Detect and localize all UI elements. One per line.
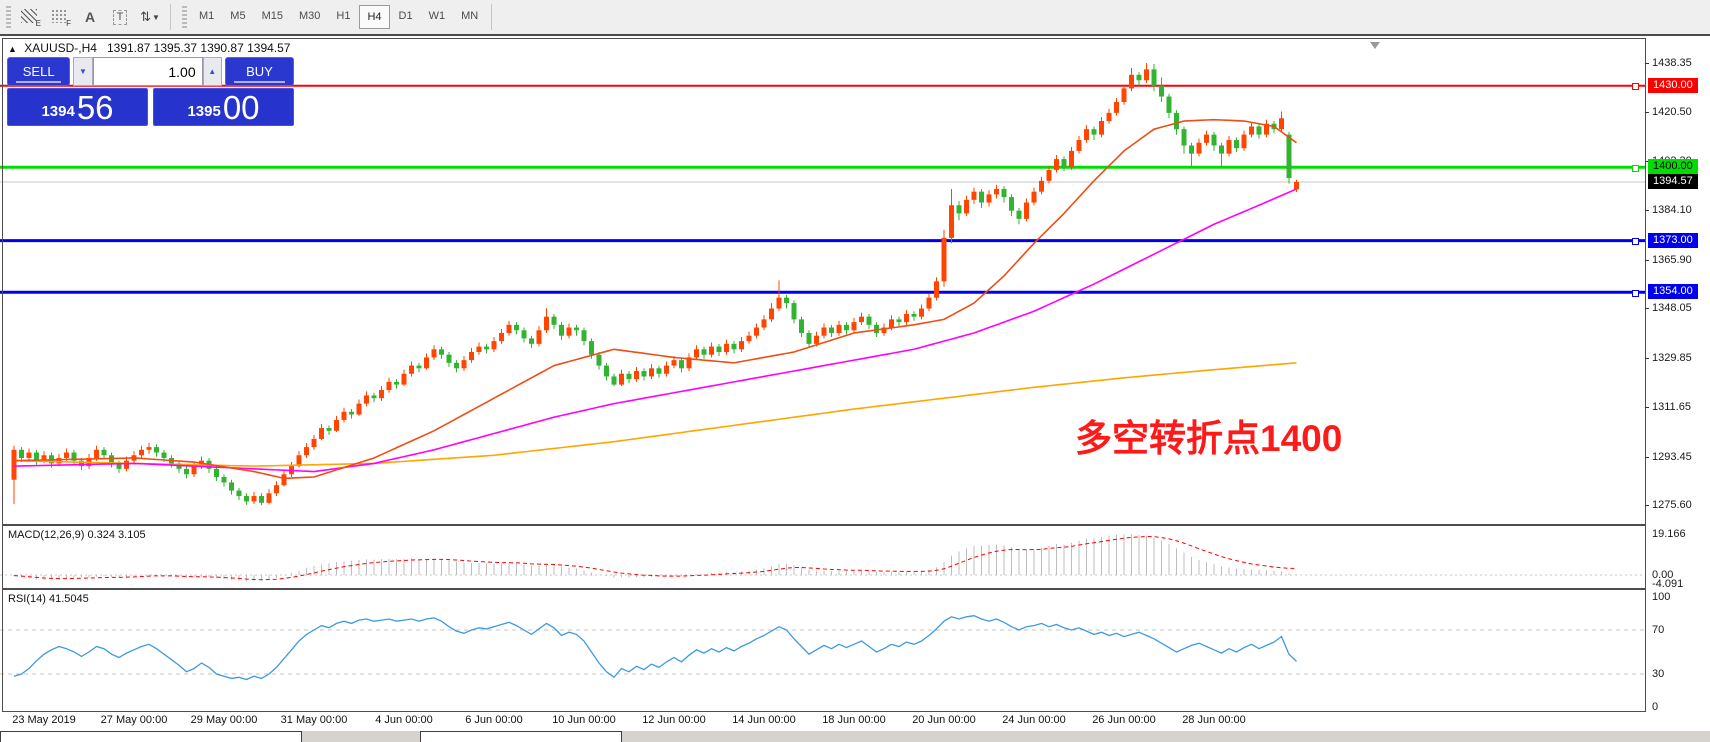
buy-price-main: 1395 xyxy=(187,103,220,120)
symbol-collapse-icon[interactable]: ▲ xyxy=(8,44,17,54)
buy-price-display[interactable]: 1395 00 xyxy=(153,88,294,126)
arrow-down-icon: ▼ xyxy=(79,67,87,76)
symbol-period-label: XAUUSD-,H4 xyxy=(24,41,97,55)
chart-tabs-bar xyxy=(0,731,1710,742)
buy-button-label: BUY xyxy=(246,64,273,79)
date-label: 28 Jun 00:00 xyxy=(1182,714,1246,726)
date-label: 6 Jun 00:00 xyxy=(465,714,523,726)
date-label: 27 May 00:00 xyxy=(101,714,168,726)
volume-decrease-button[interactable]: ▼ xyxy=(73,57,92,86)
chart-tab[interactable] xyxy=(420,731,622,742)
chart-shift-marker[interactable] xyxy=(1370,42,1380,49)
sell-price-pips: 56 xyxy=(77,93,114,123)
date-label: 12 Jun 00:00 xyxy=(642,714,706,726)
chart-annotation-text[interactable]: 多空转折点1400 xyxy=(1075,408,1342,462)
date-label: 29 May 00:00 xyxy=(191,714,258,726)
date-label: 4 Jun 00:00 xyxy=(375,714,433,726)
date-label: 20 Jun 00:00 xyxy=(912,714,976,726)
sell-price-main: 1394 xyxy=(41,103,74,120)
date-label: 14 Jun 00:00 xyxy=(732,714,796,726)
date-label: 31 May 00:00 xyxy=(281,714,348,726)
date-axis: 23 May 2019 27 May 00:00 29 May 00:00 31 Ma… xyxy=(0,712,1710,730)
macd-label: MACD(12,26,9) 0.324 3.105 xyxy=(8,529,146,541)
sell-button-label: SELL xyxy=(23,64,55,79)
volume-input[interactable] xyxy=(93,57,203,86)
macd-pane xyxy=(0,534,1645,581)
date-label: 23 May 2019 xyxy=(12,714,76,726)
mt4-terminal-window: E F A T ⇅▼ M1M5M15M30H1H4D1W1MN ▲ XAUUSD… xyxy=(0,0,1710,742)
sell-button[interactable]: SELL xyxy=(7,57,70,86)
date-label: 10 Jun 00:00 xyxy=(552,714,616,726)
date-label: 26 Jun 00:00 xyxy=(1092,714,1156,726)
buy-underline xyxy=(234,81,285,83)
volume-increase-button[interactable]: ▲ xyxy=(203,57,222,86)
buy-price-pips: 00 xyxy=(223,93,260,123)
chart-tab[interactable] xyxy=(0,731,302,742)
rsi-pane xyxy=(0,616,1645,680)
buy-button[interactable]: BUY xyxy=(225,57,294,86)
chart-title: ▲ XAUUSD-,H4 1391.87 1395.37 1390.87 139… xyxy=(8,41,290,55)
date-label: 18 Jun 00:00 xyxy=(822,714,886,726)
arrow-up-icon: ▲ xyxy=(208,67,216,76)
ohlc-values: 1391.87 1395.37 1390.87 1394.57 xyxy=(107,41,291,55)
rsi-label: RSI(14) 41.5045 xyxy=(8,593,89,605)
sell-underline xyxy=(16,81,61,83)
one-click-trading-panel: SELL ▼ ▲ BUY 1394 56 1395 00 xyxy=(7,57,294,126)
sell-price-display[interactable]: 1394 56 xyxy=(7,88,148,126)
date-label: 24 Jun 00:00 xyxy=(1002,714,1066,726)
